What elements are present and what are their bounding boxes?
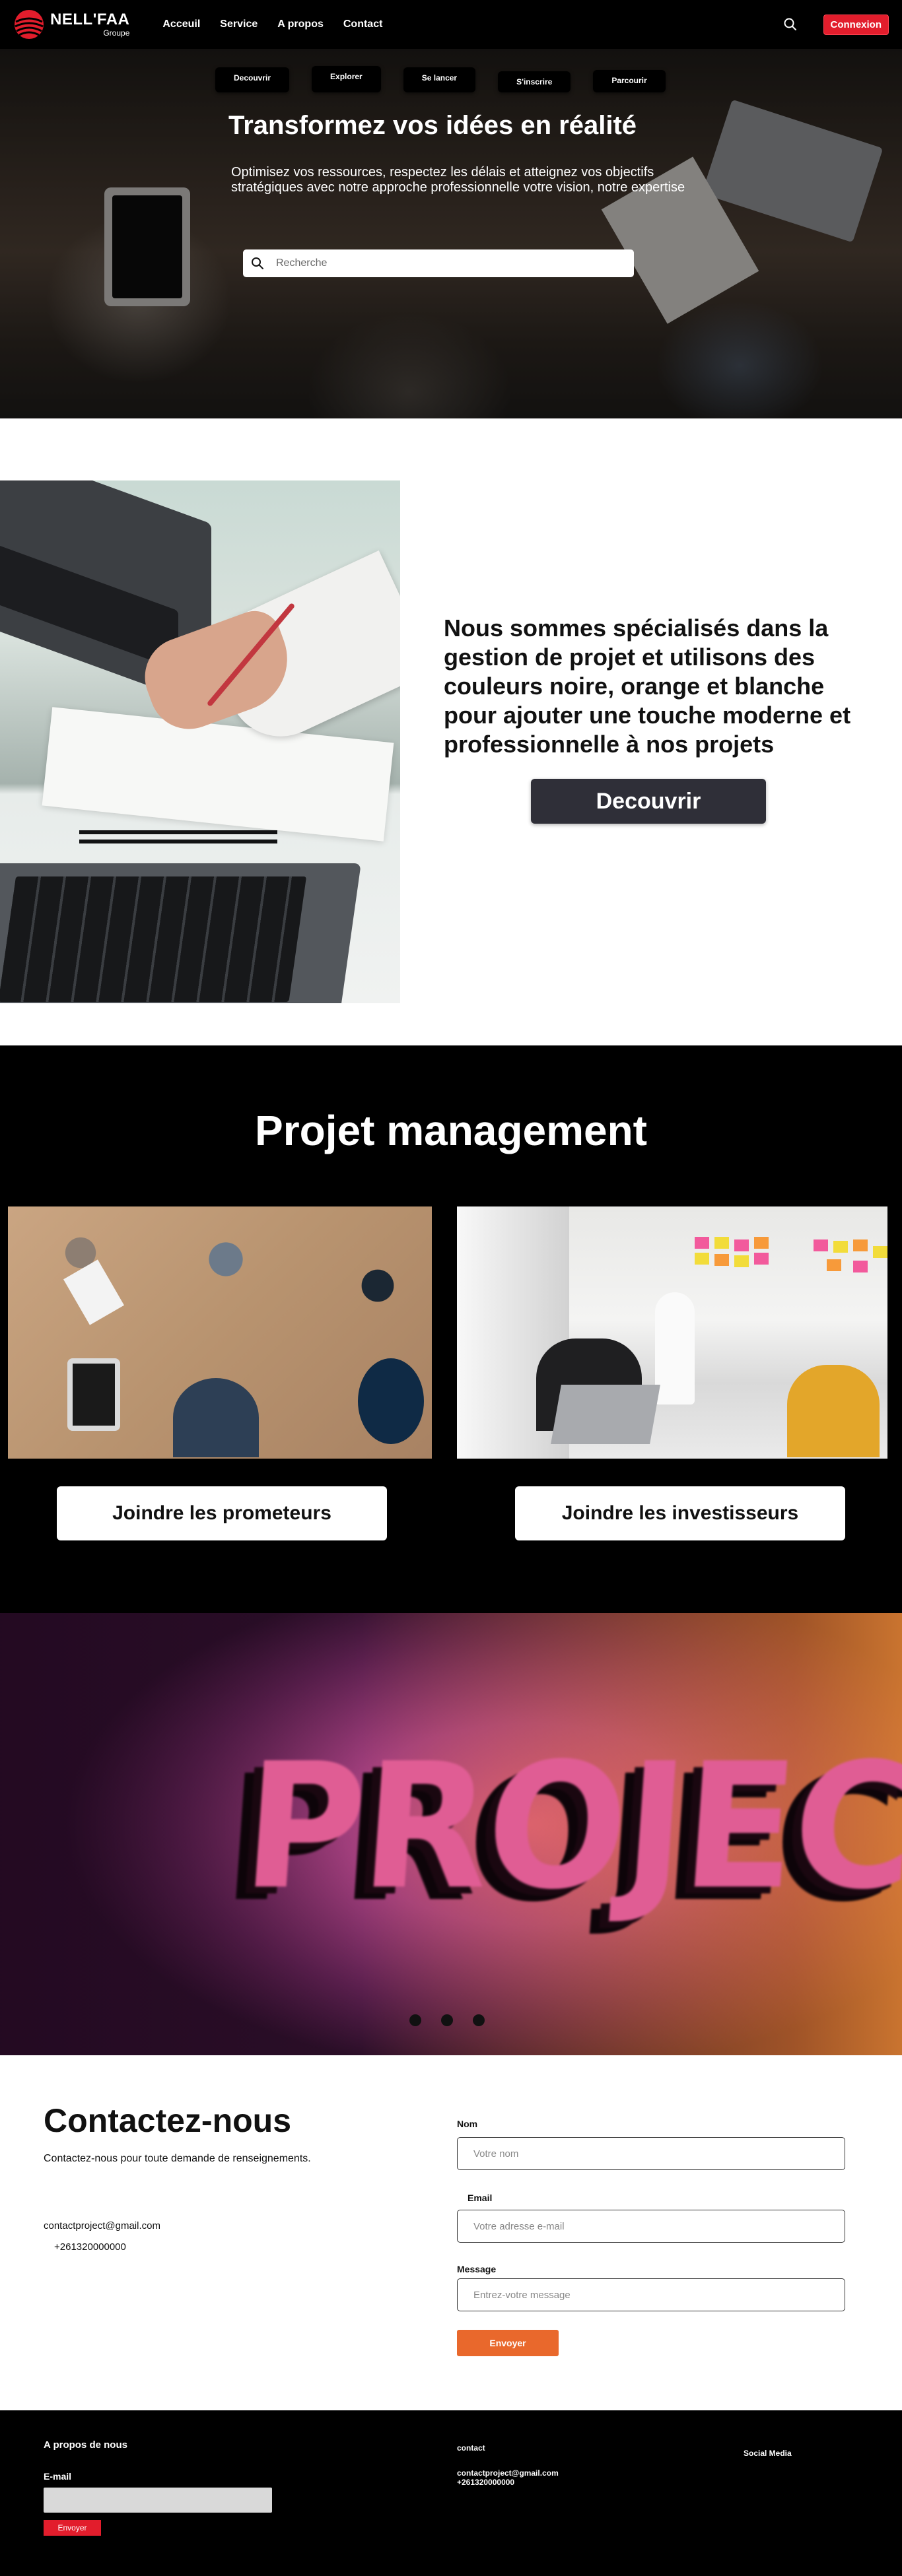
search-icon [784, 18, 796, 30]
main-nav: Acceuil Service A propos Contact [162, 18, 382, 30]
about-image [0, 480, 400, 1003]
project-management-section: Projet management Joindre les prometeurs… [0, 1045, 902, 1613]
send-button[interactable]: Envoyer [457, 2330, 559, 2356]
email-label: Email [468, 2193, 493, 2203]
contact-email: contactproject@gmail.com [44, 2220, 160, 2231]
about-text: Nous sommes spécialisés dans la gestion … [444, 614, 851, 758]
banner-projects-word: PROJECTS [237, 1725, 902, 1928]
brand-logo-icon [15, 10, 44, 39]
footer-about-title: A propos de nous [44, 2439, 127, 2451]
nav-link-service[interactable]: Service [220, 18, 258, 30]
hero-section: Decouvrir Explorer Se lancer S'inscrire … [0, 49, 902, 418]
carousel-dot[interactable] [441, 2014, 453, 2026]
pill-explorer[interactable]: Explorer [312, 66, 381, 92]
footer-social-title: Social Media [744, 2449, 792, 2458]
contact-title: Contactez-nous [44, 2102, 291, 2139]
brand-name: NELL'FAA [50, 11, 130, 28]
join-promoters-button[interactable]: Joindre les prometeurs [57, 1486, 387, 1540]
footer: A propos de nous E-mail Envoyer contact … [0, 2410, 902, 2576]
nav-link-acceuil[interactable]: Acceuil [162, 18, 200, 30]
footer-email-label: E-mail [44, 2471, 72, 2482]
search-icon [252, 257, 263, 269]
join-investors-button[interactable]: Joindre les investisseurs [515, 1486, 845, 1540]
footer-contact-email: contactproject@gmail.com [457, 2468, 559, 2478]
hero-description: Optimisez vos ressources, respectez les … [231, 165, 685, 195]
pill-decouvrir[interactable]: Decouvrir [215, 67, 290, 92]
footer-contact-title: contact [457, 2443, 485, 2453]
hero-title: Transformez vos idées en réalité [228, 111, 637, 140]
pill-parcourir[interactable]: Parcourir [593, 70, 666, 92]
nav-link-contact[interactable]: Contact [343, 18, 383, 30]
hero-search-input[interactable] [276, 257, 626, 269]
carousel-dot[interactable] [409, 2014, 421, 2026]
top-navbar: NELL'FAA Groupe Acceuil Service A propos… [0, 0, 902, 49]
message-field[interactable] [457, 2278, 845, 2311]
presentation-image [457, 1206, 887, 1459]
about-section: Nous sommes spécialisés dans la gestion … [0, 418, 902, 1045]
brand[interactable]: NELL'FAA Groupe [13, 9, 129, 40]
contact-section: Contactez-nous Contactez-nous pour toute… [0, 2055, 902, 2410]
carousel-dots [409, 2014, 485, 2026]
hero-pill-nav: Decouvrir Explorer Se lancer S'inscrire … [215, 66, 666, 92]
hero-search-bar [243, 249, 634, 277]
pill-se-lancer[interactable]: Se lancer [403, 67, 476, 92]
email-field[interactable] [457, 2210, 845, 2243]
discover-button[interactable]: Decouvrir [531, 779, 766, 824]
project-management-title: Projet management [255, 1107, 647, 1154]
brand-subtitle: Groupe [103, 28, 130, 38]
team-meeting-image [8, 1206, 432, 1459]
pill-sinscrire[interactable]: S'inscrire [498, 71, 571, 92]
message-label: Message [457, 2264, 497, 2274]
footer-email-input[interactable] [44, 2488, 272, 2513]
name-field[interactable] [457, 2137, 845, 2170]
search-button[interactable] [781, 15, 800, 34]
projects-banner-carousel: PROJECTS [0, 1613, 902, 2055]
contact-subtitle: Contactez-nous pour toute demande de ren… [44, 2153, 311, 2164]
footer-contact-phone: +261320000000 [457, 2478, 515, 2487]
name-label: Nom [457, 2119, 478, 2129]
footer-send-button[interactable]: Envoyer [44, 2520, 101, 2536]
nav-link-a-propos[interactable]: A propos [277, 18, 324, 30]
carousel-dot[interactable] [473, 2014, 485, 2026]
login-button[interactable]: Connexion [823, 14, 889, 35]
contact-phone: +261320000000 [54, 2241, 126, 2253]
